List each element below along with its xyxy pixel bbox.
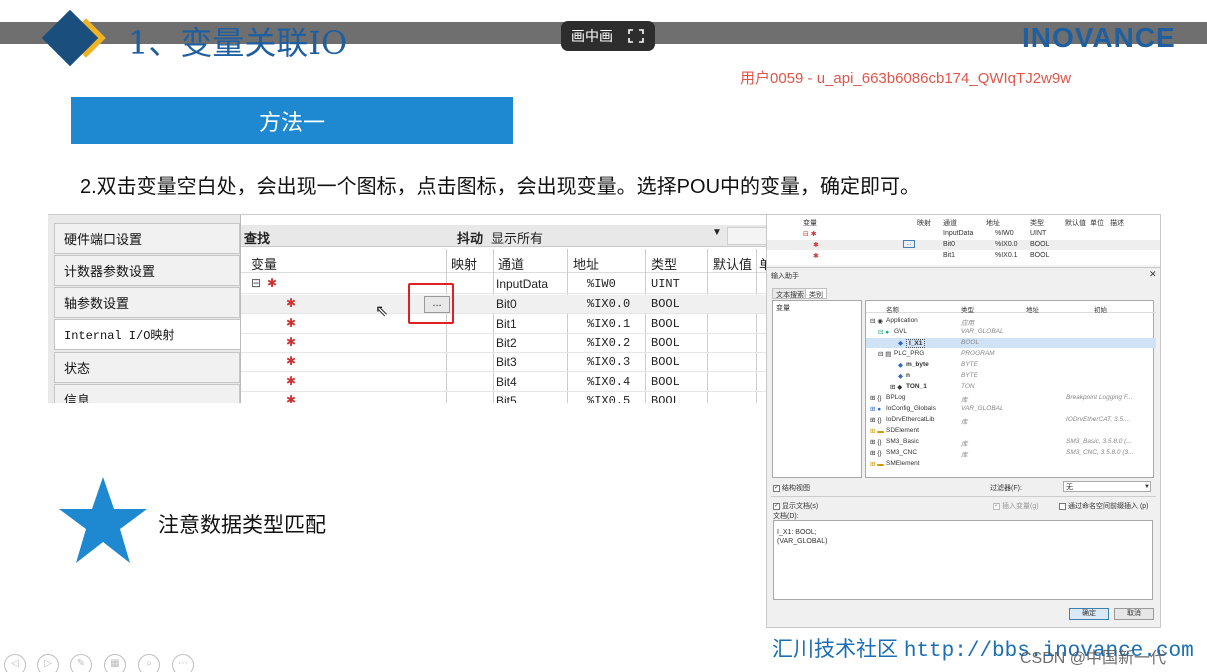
table-row[interactable]: ✱ Bit1 %IX0.1 BOOL [767,251,1160,261]
sidebar-item-hardware-port[interactable]: 硬件端口设置 [54,223,240,254]
io-channel-icon: ✱ [286,296,297,310]
grid-header: 变量 映射 通道 地址 类型 默认值 单 [241,249,768,273]
table-row[interactable]: ⊟ ✱ InputData %IW0 UINT [241,275,768,294]
table-row[interactable]: ✱ Bit0 %IX0.0 BOOL [241,295,768,314]
table-row[interactable]: ✱ Bit5 %IX0.5 BOOL [241,392,768,403]
table-row[interactable]: ✱ ... Bit0 %IX0.0 BOOL [767,240,1160,250]
tree-item[interactable]: ◆ m_byte BYTE [866,360,1156,370]
toolbar-field[interactable] [727,227,768,245]
tree-item[interactable]: ⊟ ● GVL VAR_GLOBAL [866,327,1156,337]
cancel-button[interactable]: 取消 [1114,608,1154,620]
tree-item[interactable]: ◆ n BYTE [866,371,1156,381]
filter-label: 过滤器(F): [990,485,1022,492]
filter-select[interactable]: 显示所有 [491,228,543,247]
logo-diamond-blue-icon [41,9,99,67]
show-doc-checkbox[interactable]: ✓ 显示文档(s) [773,501,818,511]
structured-view-checkbox[interactable]: ✓ 结构视图 [773,483,810,493]
dialog-title: 输入助手 [771,273,799,280]
io-channel-icon: ✱ [286,335,297,349]
sidebar-item-internal-io[interactable]: Internal I/O映射 [54,319,240,350]
mini-mapping-grid: 变量 映射 通道 地址 类型 默认值 单位 描述 ⊟ ✱ InputData %… [767,215,1160,265]
method-banner: 方法一 [71,97,513,144]
highlight-box [408,283,454,324]
mouse-cursor-icon: ⇖ [375,303,389,320]
table-row[interactable]: ✱ Bit3 %IX0.3 BOOL [241,353,768,372]
sidebar-item-status[interactable]: 状态 [54,352,240,383]
tree-item[interactable]: ⊞ {} SM3_CNC 库 SM3_CNC, 3.5.8.0 (3... [866,448,1156,459]
col-variable: 变量 [251,257,278,272]
pen-icon[interactable]: ✎ [70,654,92,672]
tab-category[interactable]: 类别 [805,288,827,299]
sidebar-item-axis-params[interactable]: 轴参数设置 [54,287,240,318]
io-channel-icon: ✱ [286,374,297,388]
mini-grid-header: 变量 映射 通道 地址 类型 默认值 单位 描述 [803,220,1124,227]
more-options-icon[interactable]: ⋯ [172,654,194,672]
prev-slide-icon[interactable]: ◁ [4,654,26,672]
tree-item[interactable]: ⊞ {} IoDrvEthercatLib 库 IODrvEtherCAT, 3.5.… [866,415,1156,426]
dropdown-arrow-icon[interactable]: ▼ [712,227,722,238]
instruction-text: 2.双击变量空白处，会出现一个图标，点击图标，会出现变量。选择POU中的变量，确… [80,176,921,198]
mapping-grid: 变量 映射 通道 地址 类型 默认值 单 ⊟ ✱ InputData %IW0 … [241,249,768,403]
col-default: 默认值 [713,257,753,272]
grid-view-icon[interactable]: ▦ [104,654,126,672]
filter-select[interactable]: 无 ▼ [1063,481,1151,492]
close-icon[interactable]: ✕ [1149,269,1157,280]
sidebar-item-counter-params[interactable]: 计数器参数设置 [54,255,240,286]
zoom-icon[interactable]: ⌕ [138,654,160,672]
col-address: 地址 [573,257,600,272]
slide-title: 1、变量关联IO [128,24,348,62]
insert-variable-checkbox[interactable]: ✓ 插入变量(g) [993,501,1039,511]
note-text: 注意数据类型匹配 [158,514,326,537]
tree-item[interactable]: ⊞ ▬ SDElement [866,426,1156,436]
tree-item-selected[interactable]: ◆ I_X1 BOOL [866,338,1156,348]
table-row[interactable]: ✱ Bit1 %IX0.1 BOOL [241,315,768,334]
tree-item[interactable]: ⊟ ▤ PLC_PRG PROGRAM [866,349,1156,359]
category-pane[interactable]: 变量 [772,300,862,478]
col-type: 类型 [651,257,678,272]
col-mapping: 映射 [451,257,478,272]
star-icon [59,477,147,563]
io-mapping-screenshot: 硬件端口设置 计数器参数设置 轴参数设置 Internal I/O映射 状态 信… [48,214,768,403]
table-row[interactable]: ⊟ ✱ InputData %IW0 UINT [767,229,1160,239]
inovance-logo: INOVANCE [1022,22,1176,53]
collapse-icon[interactable]: ⊟ [251,276,261,290]
community-name: 汇川技术社区 [772,637,898,661]
tree-item[interactable]: ⊞ ▬ SMElement [866,459,1156,469]
documentation-box: I_X1: BOOL; (VAR_GLOBAL) [773,520,1153,600]
table-row[interactable]: ✱ Bit4 %IX0.4 BOOL [241,373,768,392]
tree-header: 名称 类型 地址 初始 [866,303,1156,314]
io-channel-icon: ✱ [286,393,297,403]
config-sidebar: 硬件端口设置 计数器参数设置 轴参数设置 Internal I/O映射 状态 信… [48,215,241,403]
variable-tree[interactable]: 名称 类型 地址 初始 ⊟ ◉ Application 应用 ⊟ ● GVL VAR_G… [865,300,1156,478]
pip-expand-icon [628,29,644,43]
tree-item[interactable]: ⊞ ● IoConfig_Globals VAR_GLOBAL [866,404,1156,414]
tree-item[interactable]: ⊞ ◆ TON_1 TON [866,382,1156,392]
picture-in-picture-button[interactable]: 画中画 [561,21,655,51]
tab-text-search[interactable]: 文本搜索 [772,288,808,299]
shake-button[interactable]: 抖动 [457,228,483,247]
input-assistant-screenshot: 变量 映射 通道 地址 类型 默认值 单位 描述 ⊟ ✱ InputData %… [766,214,1161,628]
tree-item[interactable]: ⊞ {} SM3_Basic 库 SM3_Basic, 3.5.8.0 (... [866,437,1156,448]
pip-label: 画中画 [571,28,613,44]
io-channel-icon: ✱ [267,276,278,290]
tree-item[interactable]: ⊟ ◉ Application 应用 [866,316,1156,327]
col-channel: 通道 [498,257,525,272]
sidebar-item-info[interactable]: 信息 [54,384,240,403]
namespace-prefix-checkbox[interactable]: 通过命名空间前缀插入 (p) [1059,501,1149,511]
mapping-toolbar: 查找 抖动 显示所有 ▼ [241,225,768,247]
io-channel-icon: ✱ [286,354,297,368]
csdn-watermark: CSDN @中国新一代 [1020,650,1167,667]
input-assistant-dialog: 输入助手 ✕ 文本搜索 类别 变量 名称 类型 地址 初始 ⊟ ◉ Applica… [767,267,1160,627]
tree-item[interactable]: ⊞ {} BPLog 库 Breakpoint Logging F... [866,393,1156,404]
io-channel-icon: ✱ [286,316,297,330]
next-slide-icon[interactable]: ▷ [37,654,59,672]
table-row[interactable]: ✱ Bit2 %IX0.2 BOOL [241,334,768,353]
slide-nav-controls: ◁ ▷ ✎ ▦ ⌕ ⋯ [0,652,200,672]
ok-button[interactable]: 确定 [1069,608,1109,620]
user-watermark: 用户0059 - u_api_663b6086cb174_QWIqTJ2w9w [740,70,1072,87]
find-button[interactable]: 查找 [244,228,270,247]
ellipsis-button-small[interactable]: ... [903,240,915,248]
